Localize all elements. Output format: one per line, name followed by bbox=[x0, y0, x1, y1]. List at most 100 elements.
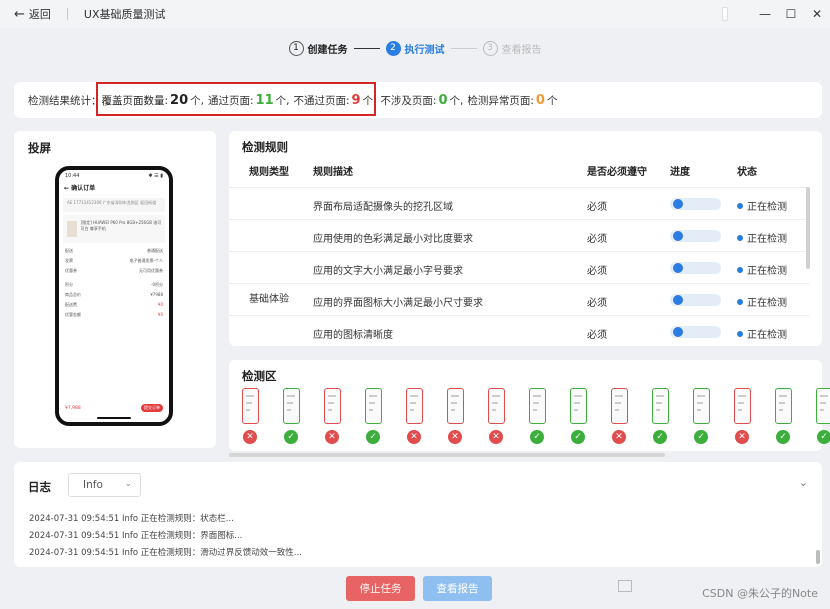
detect-thumbnail[interactable] bbox=[365, 388, 382, 424]
view-report-button[interactable]: 查看报告 bbox=[423, 576, 492, 601]
rules-scrollbar[interactable] bbox=[806, 187, 810, 269]
thumbnail-line bbox=[287, 409, 291, 411]
check-icon: ✓ bbox=[653, 430, 667, 444]
phone-order-row: 配送 普通配送 bbox=[59, 246, 169, 256]
row-label: 积分 bbox=[65, 282, 73, 287]
watermark-text: CSDN @朱公子的Note bbox=[702, 587, 818, 600]
thumbnail-line bbox=[246, 409, 250, 411]
log-level-select[interactable]: Info ⌄ bbox=[68, 473, 141, 497]
cross-icon: ✕ bbox=[243, 430, 257, 444]
detect-thumbnail[interactable] bbox=[488, 388, 505, 424]
row-value: ¥0 bbox=[157, 312, 163, 317]
thumbnail-line bbox=[738, 395, 746, 397]
step-create-task: 1 创建任务 bbox=[288, 40, 348, 56]
status-dot-icon bbox=[737, 202, 743, 209]
phone-status-bar: 10:44 ✱ ☰ ▮ bbox=[59, 170, 169, 179]
stepper: 1 创建任务 2 执行测试 3 查看报告 bbox=[0, 34, 830, 62]
progress-fill bbox=[673, 199, 683, 209]
detect-thumbnail[interactable] bbox=[570, 388, 587, 424]
title-divider bbox=[66, 8, 68, 20]
cross-icon: ✕ bbox=[735, 430, 749, 444]
phone-pay-button: 提交订单 bbox=[141, 404, 163, 412]
thumbnail-line bbox=[574, 395, 582, 397]
detect-thumbnail[interactable] bbox=[242, 388, 259, 424]
rule-status: 正在检测 bbox=[737, 198, 787, 213]
phone-status-icons: ✱ ☰ ▮ bbox=[148, 173, 163, 179]
thumbnail-line bbox=[820, 402, 826, 404]
thumbnail-line bbox=[820, 395, 828, 397]
row-label: 配送 bbox=[65, 248, 73, 253]
progress-bar bbox=[670, 294, 721, 306]
step-run-test: 2 执行测试 bbox=[385, 40, 445, 56]
check-icon: ✓ bbox=[571, 430, 585, 444]
rule-required: 必须 bbox=[587, 330, 607, 341]
detect-thumbnail[interactable] bbox=[693, 388, 710, 424]
close-icon[interactable]: ✕ bbox=[804, 7, 830, 21]
rule-required: 必须 bbox=[587, 266, 607, 277]
summary-prefix: 检测结果统计： bbox=[28, 94, 102, 107]
thumbnail-line bbox=[492, 402, 498, 404]
thumbnail-line bbox=[410, 402, 416, 404]
thumbnail-line bbox=[533, 395, 541, 397]
step-label: 创建任务 bbox=[307, 44, 348, 56]
rule-description: 应用的图标清晰度 bbox=[313, 330, 393, 341]
detect-thumbnail[interactable] bbox=[775, 388, 792, 424]
detect-thumbnail[interactable] bbox=[324, 388, 341, 424]
title-bar: ← 返回 UX基础质量测试 — ☐ ✕ bbox=[0, 0, 830, 28]
thumbnail-line bbox=[492, 395, 500, 397]
back-button[interactable]: ← 返回 bbox=[14, 6, 51, 22]
status-dot-icon bbox=[737, 298, 743, 305]
col-type: 规则类型 bbox=[249, 167, 289, 178]
detect-thumbnail[interactable] bbox=[816, 388, 830, 424]
thumbnail-line bbox=[779, 409, 783, 411]
rule-row: 界面布局适配摄像头的挖孔区域 必须 正在检测 bbox=[229, 187, 809, 219]
row-value: 无可用优惠券 bbox=[139, 268, 163, 273]
rule-required: 必须 bbox=[587, 298, 607, 309]
check-icon: ✓ bbox=[694, 430, 708, 444]
thumbnail-line bbox=[451, 395, 459, 397]
check-icon: ✓ bbox=[530, 430, 544, 444]
detect-thumbnail[interactable] bbox=[611, 388, 628, 424]
phone-screen[interactable]: 10:44 ✱ ☰ ▮ ← 确认订单 AE 17711412306 广东省深圳市… bbox=[55, 166, 173, 426]
log-scrollbar[interactable] bbox=[816, 550, 820, 564]
error-label: 检测异常页面: bbox=[467, 94, 534, 107]
phone-address: AE 17711412306 广东省深圳市龙岗区 坂田街道 bbox=[63, 198, 165, 212]
row-value: ¥7988 bbox=[150, 292, 163, 297]
thumbnail-line bbox=[328, 395, 336, 397]
thumbnail-line bbox=[369, 409, 373, 411]
rule-description: 应用使用的色彩满足最小对比度要求 bbox=[313, 234, 473, 245]
log-level-value: Info bbox=[83, 479, 103, 491]
detect-thumbnail[interactable] bbox=[652, 388, 669, 424]
col-status: 状态 bbox=[737, 167, 757, 178]
maximize-icon[interactable]: ☐ bbox=[778, 7, 804, 21]
handle-icon bbox=[722, 7, 728, 21]
watermark-image-icon bbox=[618, 580, 632, 592]
collapse-chevron-icon[interactable]: ⌄ bbox=[799, 476, 808, 489]
phone-home-indicator bbox=[97, 417, 131, 419]
row-label: 发票 bbox=[65, 258, 73, 263]
stop-task-button[interactable]: 停止任务 bbox=[346, 576, 415, 601]
log-line: 2024-07-31 09:54:51 Info 正在检测规则：界面图标... bbox=[29, 531, 243, 541]
row-label: 优惠金额 bbox=[65, 312, 81, 317]
status-text: 正在检测 bbox=[747, 330, 787, 341]
detect-thumbnail[interactable] bbox=[529, 388, 546, 424]
detect-scrollbar[interactable] bbox=[229, 453, 665, 457]
detect-thumbnail[interactable] bbox=[283, 388, 300, 424]
thumbnail-line bbox=[574, 409, 578, 411]
step-view-report: 3 查看报告 bbox=[482, 40, 542, 56]
status-text: 正在检测 bbox=[747, 298, 787, 309]
phone-order-row: 积分 -0积分 bbox=[59, 280, 169, 290]
row-label: 配送费 bbox=[65, 302, 77, 307]
rule-status: 正在检测 bbox=[737, 294, 787, 309]
detect-thumbnail[interactable] bbox=[406, 388, 423, 424]
chevron-down-icon: ⌄ bbox=[124, 479, 132, 489]
detect-thumbnail[interactable] bbox=[447, 388, 464, 424]
detect-thumbnail[interactable] bbox=[734, 388, 751, 424]
back-arrow-icon: ← bbox=[14, 6, 25, 22]
phone-order-row: 优惠券 无可用优惠券 bbox=[59, 266, 169, 276]
thumbnail-line bbox=[820, 409, 824, 411]
row-value: -0积分 bbox=[151, 282, 163, 287]
progress-bar bbox=[670, 198, 721, 210]
thumbnail-line bbox=[287, 395, 295, 397]
minimize-icon[interactable]: — bbox=[752, 7, 778, 21]
